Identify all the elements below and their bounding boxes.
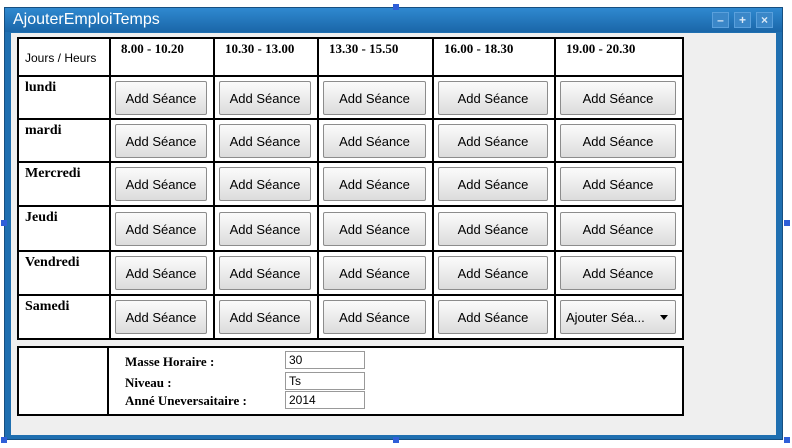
day-label: Mercredi — [25, 166, 81, 181]
info-panel: Masse Horaire : 30 Niveau : Ts Anné Unev… — [17, 346, 684, 416]
day-label: mardi — [25, 123, 62, 138]
day-label: Vendredi — [25, 255, 80, 270]
info-divider — [107, 348, 109, 414]
time-slot-header: 16.00 - 18.30 — [444, 41, 514, 56]
add-seance-button[interactable]: Add Séance — [219, 256, 311, 290]
resize-handle-left[interactable] — [1, 220, 7, 226]
day-label: Samedi — [25, 299, 70, 314]
add-seance-button[interactable]: Add Séance — [219, 212, 311, 246]
chevron-down-icon — [660, 315, 668, 320]
add-seance-button[interactable]: Add Séance — [115, 124, 207, 158]
grid-row-line — [19, 118, 682, 120]
content-area: Jours / Heurs 8.00 - 10.20 10.30 - 13.00 1… — [11, 33, 776, 435]
time-slot-header: 8.00 - 10.20 — [121, 41, 184, 56]
time-slot-header: 19.00 - 20.30 — [566, 41, 636, 56]
close-button[interactable]: × — [756, 12, 773, 28]
schedule-grid: Jours / Heurs 8.00 - 10.20 10.30 - 13.00 1… — [17, 37, 684, 340]
add-seance-button[interactable]: Add Séance — [323, 300, 426, 334]
add-seance-button[interactable]: Add Séance — [560, 167, 676, 201]
add-seance-button[interactable]: Add Séance — [323, 81, 426, 115]
add-seance-button[interactable]: Add Séance — [323, 256, 426, 290]
add-seance-button[interactable]: Add Séance — [438, 124, 548, 158]
add-seance-button[interactable]: Add Séance — [323, 167, 426, 201]
add-seance-button[interactable]: Add Séance — [560, 81, 676, 115]
annee-universitaire-label: Anné Uneversaitaire : — [125, 393, 247, 408]
corner-label: Jours / Heurs — [25, 51, 97, 65]
grid-row-line — [19, 294, 682, 296]
day-label: Jeudi — [25, 210, 58, 225]
resize-handle-right[interactable] — [784, 220, 790, 226]
window-title: AjouterEmploiTemps — [13, 11, 160, 28]
time-slot-header: 13.30 - 15.50 — [329, 41, 399, 56]
add-seance-button[interactable]: Add Séance — [438, 81, 548, 115]
annee-universitaire-field[interactable]: 2014 — [285, 391, 365, 409]
add-seance-button[interactable]: Add Séance — [219, 81, 311, 115]
add-seance-button[interactable]: Add Séance — [115, 167, 207, 201]
add-seance-button[interactable]: Add Séance — [219, 167, 311, 201]
grid-row-line — [19, 205, 682, 207]
app-window: AjouterEmploiTemps – + × Jours / Heurs 8… — [4, 7, 783, 440]
niveau-field[interactable]: Ts — [285, 372, 365, 390]
add-seance-button[interactable]: Add Séance — [560, 124, 676, 158]
grid-row-line — [19, 250, 682, 252]
grid-row-line — [19, 75, 682, 77]
title-bar[interactable]: AjouterEmploiTemps – + × — [5, 8, 782, 32]
time-slot-header: 10.30 - 13.00 — [225, 41, 295, 56]
minimize-button[interactable]: – — [712, 12, 729, 28]
add-seance-button[interactable]: Add Séance — [323, 124, 426, 158]
add-seance-button[interactable]: Add Séance — [115, 300, 207, 334]
add-seance-button[interactable]: Add Séance — [560, 212, 676, 246]
dropdown-label: Ajouter Séa... — [566, 309, 645, 325]
add-seance-button[interactable]: Add Séance — [219, 300, 311, 334]
resize-handle-bottom[interactable] — [393, 437, 399, 443]
ajouter-seance-dropdown[interactable]: Ajouter Séa... — [560, 300, 676, 334]
add-seance-button[interactable]: Add Séance — [115, 256, 207, 290]
grid-row-line — [19, 161, 682, 163]
resize-handle-top[interactable] — [393, 4, 399, 10]
niveau-label: Niveau : — [125, 375, 172, 390]
day-label: lundi — [25, 80, 57, 95]
masse-horaire-field[interactable]: 30 — [285, 351, 365, 369]
add-seance-button[interactable]: Add Séance — [438, 212, 548, 246]
add-seance-button[interactable]: Add Séance — [115, 212, 207, 246]
resize-handle-bottom-left[interactable] — [1, 437, 7, 443]
add-seance-button[interactable]: Add Séance — [560, 256, 676, 290]
masse-horaire-label: Masse Horaire : — [125, 354, 215, 369]
maximize-button[interactable]: + — [734, 12, 751, 28]
add-seance-button[interactable]: Add Séance — [323, 212, 426, 246]
add-seance-button[interactable]: Add Séance — [438, 256, 548, 290]
add-seance-button[interactable]: Add Séance — [438, 300, 548, 334]
add-seance-button[interactable]: Add Séance — [115, 81, 207, 115]
add-seance-button[interactable]: Add Séance — [438, 167, 548, 201]
add-seance-button[interactable]: Add Séance — [219, 124, 311, 158]
resize-handle-bottom-right[interactable] — [784, 437, 790, 443]
